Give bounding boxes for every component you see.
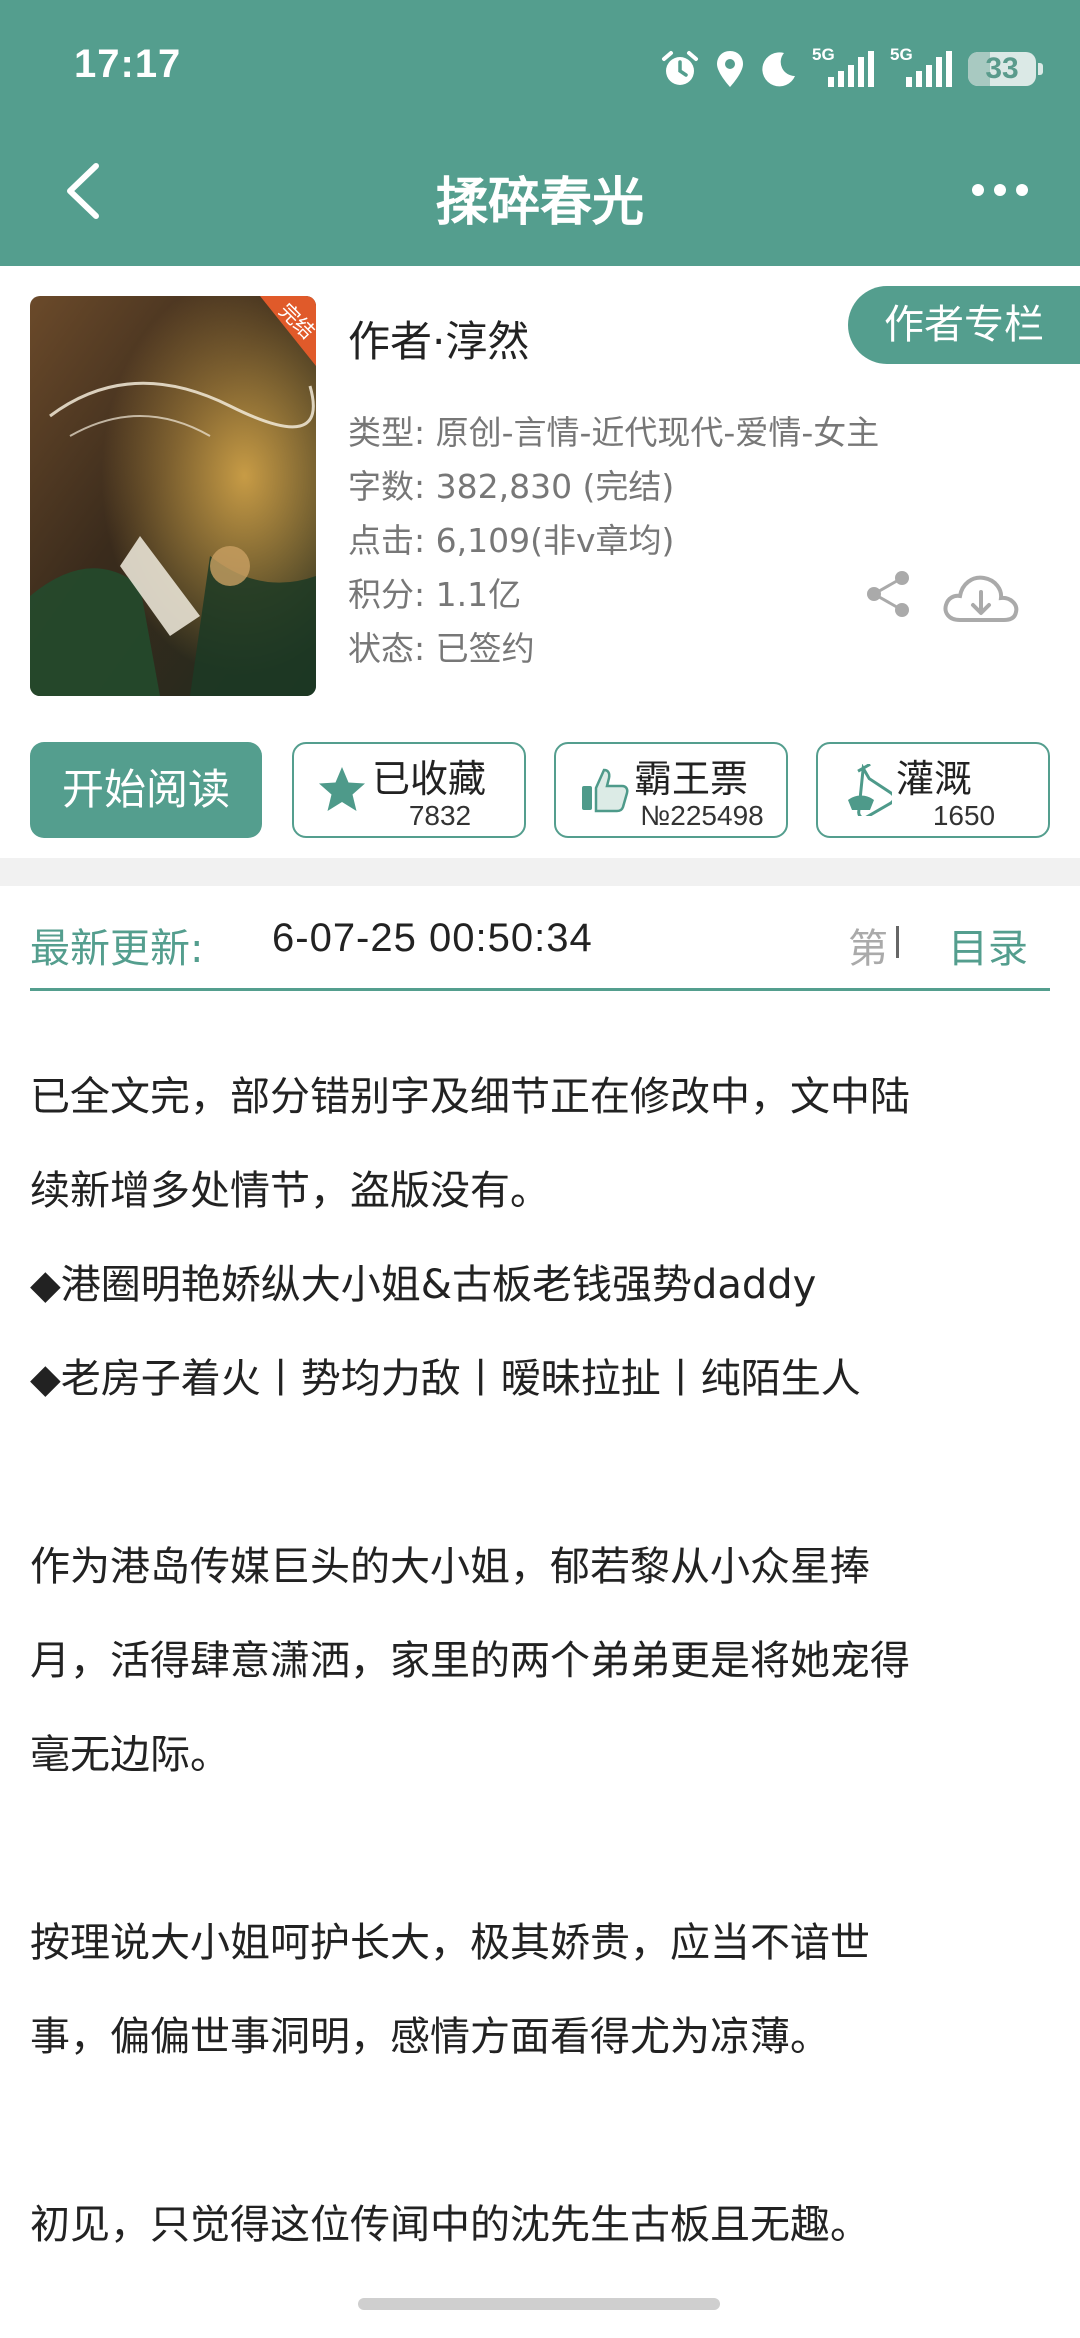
book-cover[interactable]: 完结 [30, 296, 316, 696]
page-title: 揉碎春光 [435, 173, 644, 233]
latest-chapter-title[interactable]: 第 [848, 916, 888, 974]
meta-status: 状态: 已签约 [348, 629, 535, 668]
description-line: 毫无边际。 [30, 1732, 230, 1778]
book-meta: 类型: 原创-言情-近代现代-爱情-女主 字数: 382,830 (完结) 点击… [348, 406, 879, 676]
moon-icon [762, 52, 795, 87]
star-icon [319, 767, 365, 811]
description-line: 初见，只觉得这位传闻中的沈先生古板且无趣。 [30, 2202, 870, 2248]
section-divider [0, 858, 1080, 886]
description-line: ◆老房子着火丨势均力敌丨暧昧拉扯丨纯陌生人 [30, 1356, 861, 1402]
description-line [30, 2084, 1050, 2178]
cloud-download-icon[interactable] [940, 568, 1022, 628]
book-info-card: 完结 作者专栏 作者·淳然 类型: 原创-言情-近代现代-爱情-女主 字数: 3… [0, 266, 1080, 858]
location-icon [717, 51, 743, 87]
status-icons: 5G 5G 33 [660, 44, 1043, 94]
description-line: 月，活得肆意潇洒，家里的两个弟弟更是将她宠得 [30, 1638, 910, 1684]
description-line: 已全文完，部分错别字及细节正在修改中，文中陆 [30, 1074, 910, 1120]
favorite-label: 已收藏 [372, 757, 487, 801]
vote-button[interactable]: 霸王票 №225498 [554, 742, 788, 838]
start-reading-button[interactable]: 开始阅读 [30, 742, 262, 838]
table-of-contents-link[interactable]: 目录 [948, 916, 1028, 974]
top-bar: 17:17 5G 5G 33 揉碎春光 [0, 0, 1080, 266]
action-row: 开始阅读 已收藏 7832 霸王票 №225498 灌溉 1650 [30, 742, 1050, 838]
favorite-button[interactable]: 已收藏 7832 [292, 742, 526, 838]
battery-level: 33 [985, 52, 1019, 85]
status-bar: 17:17 5G 5G 33 [0, 0, 1080, 130]
update-separator [896, 926, 899, 958]
share-icon[interactable] [860, 566, 916, 622]
home-indicator[interactable] [358, 2298, 720, 2310]
author-name[interactable]: 作者·淳然 [348, 308, 529, 369]
battery-icon: 33 [968, 52, 1043, 86]
watering-flask-icon [848, 764, 892, 816]
latest-update-label: 最新更新: [30, 926, 204, 972]
app-header: 揉碎春光 [0, 130, 1080, 266]
vote-label: 霸王票 [634, 757, 749, 801]
description-line [30, 1426, 1050, 1520]
book-description: 已全文完，部分错别字及细节正在修改中，文中陆 续新增多处情节，盗版没有。 ◆港圈… [30, 1050, 1050, 2272]
description-line [30, 1802, 1050, 1896]
thumbs-up-icon [582, 768, 629, 813]
nutrient-count: 1650 [932, 800, 996, 831]
meta-words: 字数: 382,830 (完结) [348, 467, 675, 506]
latest-update-bar: 最新更新: 6-07-25 00:50:34 第 目录 [0, 886, 1080, 1026]
meta-type: 类型: 原创-言情-近代现代-爱情-女主 [348, 413, 880, 452]
author-column-button[interactable]: 作者专栏 [848, 286, 1080, 364]
status-time: 17:17 [74, 42, 182, 86]
more-horizontal-icon[interactable] [970, 170, 1030, 210]
vote-count: №225498 [640, 800, 764, 831]
description-line: 事，偏偏世事洞明，感情方面看得尤为凉薄。 [30, 2014, 830, 2060]
alarm-icon [662, 51, 698, 85]
description-line: 续新增多处情节，盗版没有。 [30, 1168, 550, 1214]
description-line: 按理说大小姐呵护长大，极其娇贵，应当不谙世 [30, 1920, 870, 1966]
update-underline [30, 988, 1050, 991]
description-line: ◆港圈明艳娇纵大小姐&古板老钱强势daddy [30, 1262, 817, 1308]
signal-icon: 5G [812, 45, 876, 89]
signal-icon-2: 5G [890, 45, 954, 89]
meta-clicks: 点击: 6,109(非v章均) [348, 521, 675, 560]
nutrient-button[interactable]: 灌溉 1650 [816, 742, 1050, 838]
meta-score: 积分: 1.1亿 [348, 575, 522, 614]
description-line: 作为港岛传媒巨头的大小姐，郁若黎从小众星捧 [30, 1544, 870, 1590]
nutrient-label: 灌溉 [896, 757, 973, 801]
favorite-count: 7832 [408, 800, 472, 831]
latest-update-time[interactable]: 6-07-25 00:50:34 [272, 916, 593, 961]
